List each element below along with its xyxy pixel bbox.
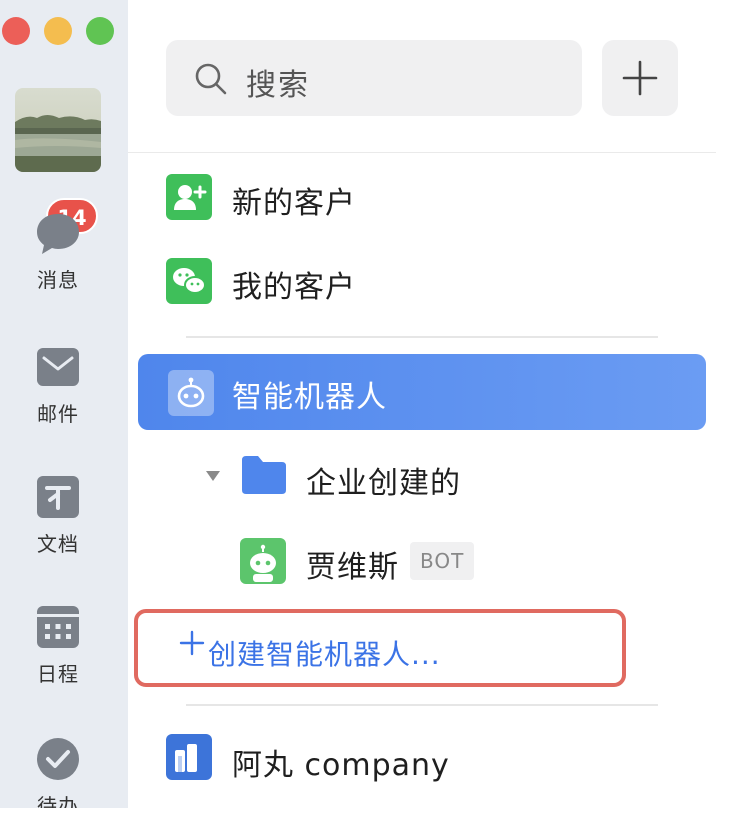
- search-placeholder: 搜索: [246, 68, 310, 103]
- search-icon: [194, 62, 228, 96]
- list-item-label: 新的客户: [232, 186, 356, 221]
- rail-item-todo[interactable]: 待办: [0, 736, 116, 808]
- divider: [186, 704, 658, 706]
- app-window: 14 消息 邮件 文档 日程 待办 搜索 新的客户 我的客户 智能机器人 企业创…: [0, 0, 716, 808]
- list-item-my-customers[interactable]: 我的客户: [128, 238, 716, 322]
- folder-item-enterprise[interactable]: 企业创建的: [128, 436, 716, 520]
- rail-item-docs[interactable]: 文档: [0, 474, 116, 557]
- contacts-panel: 搜索 新的客户 我的客户 智能机器人 企业创建的 贾维斯 BOT 创建智能机器人…: [128, 0, 716, 808]
- avatar[interactable]: [15, 88, 101, 172]
- zoom-window-button[interactable]: [86, 17, 114, 45]
- create-robot-button[interactable]: 创建智能机器人...: [134, 609, 626, 687]
- create-robot-label: 创建智能机器人...: [208, 638, 441, 671]
- chevron-down-icon[interactable]: [204, 468, 222, 487]
- rail-label-docs: 文档: [37, 532, 79, 556]
- rail-item-mail[interactable]: 邮件: [0, 344, 116, 427]
- minimize-window-button[interactable]: [44, 17, 72, 45]
- list-item-label: 我的客户: [232, 270, 356, 305]
- list-item-new-customers[interactable]: 新的客户: [128, 154, 716, 238]
- wechat-icon: [166, 258, 212, 304]
- rail-item-calendar[interactable]: 日程: [0, 604, 116, 687]
- company-name[interactable]: 阿丸 company: [232, 740, 450, 784]
- mail-icon: [35, 344, 81, 390]
- checkmark-icon: [35, 736, 81, 782]
- plus-icon: [622, 60, 658, 96]
- rail-label-messages: 消息: [37, 268, 79, 292]
- folder-label: 企业创建的: [306, 466, 461, 501]
- rail-item-messages[interactable]: 消息: [0, 210, 116, 293]
- divider: [186, 336, 658, 338]
- document-icon: [35, 474, 81, 520]
- list-item-smart-robot[interactable]: 智能机器人: [138, 354, 706, 430]
- rail-label-calendar: 日程: [37, 662, 79, 686]
- add-button[interactable]: [602, 40, 678, 116]
- chat-bubble-icon: [35, 210, 81, 256]
- add-contact-icon: [166, 174, 212, 220]
- list-item-label: 智能机器人: [232, 380, 387, 415]
- rail-label-mail: 邮件: [37, 402, 79, 426]
- left-rail: 14 消息 邮件 文档 日程 待办: [0, 0, 128, 808]
- bot-avatar-icon: [240, 538, 286, 584]
- search-input[interactable]: 搜索: [166, 40, 582, 116]
- plus-icon: [178, 629, 206, 657]
- calendar-icon: [35, 604, 81, 650]
- bot-name: 贾维斯: [306, 550, 399, 585]
- rail-label-todo: 待办: [37, 794, 79, 808]
- close-window-button[interactable]: [2, 17, 30, 45]
- folder-icon: [240, 454, 288, 500]
- divider: [128, 152, 716, 153]
- company-logo-icon: [166, 734, 212, 780]
- bot-tag: BOT: [410, 542, 475, 580]
- robot-icon: [168, 370, 214, 416]
